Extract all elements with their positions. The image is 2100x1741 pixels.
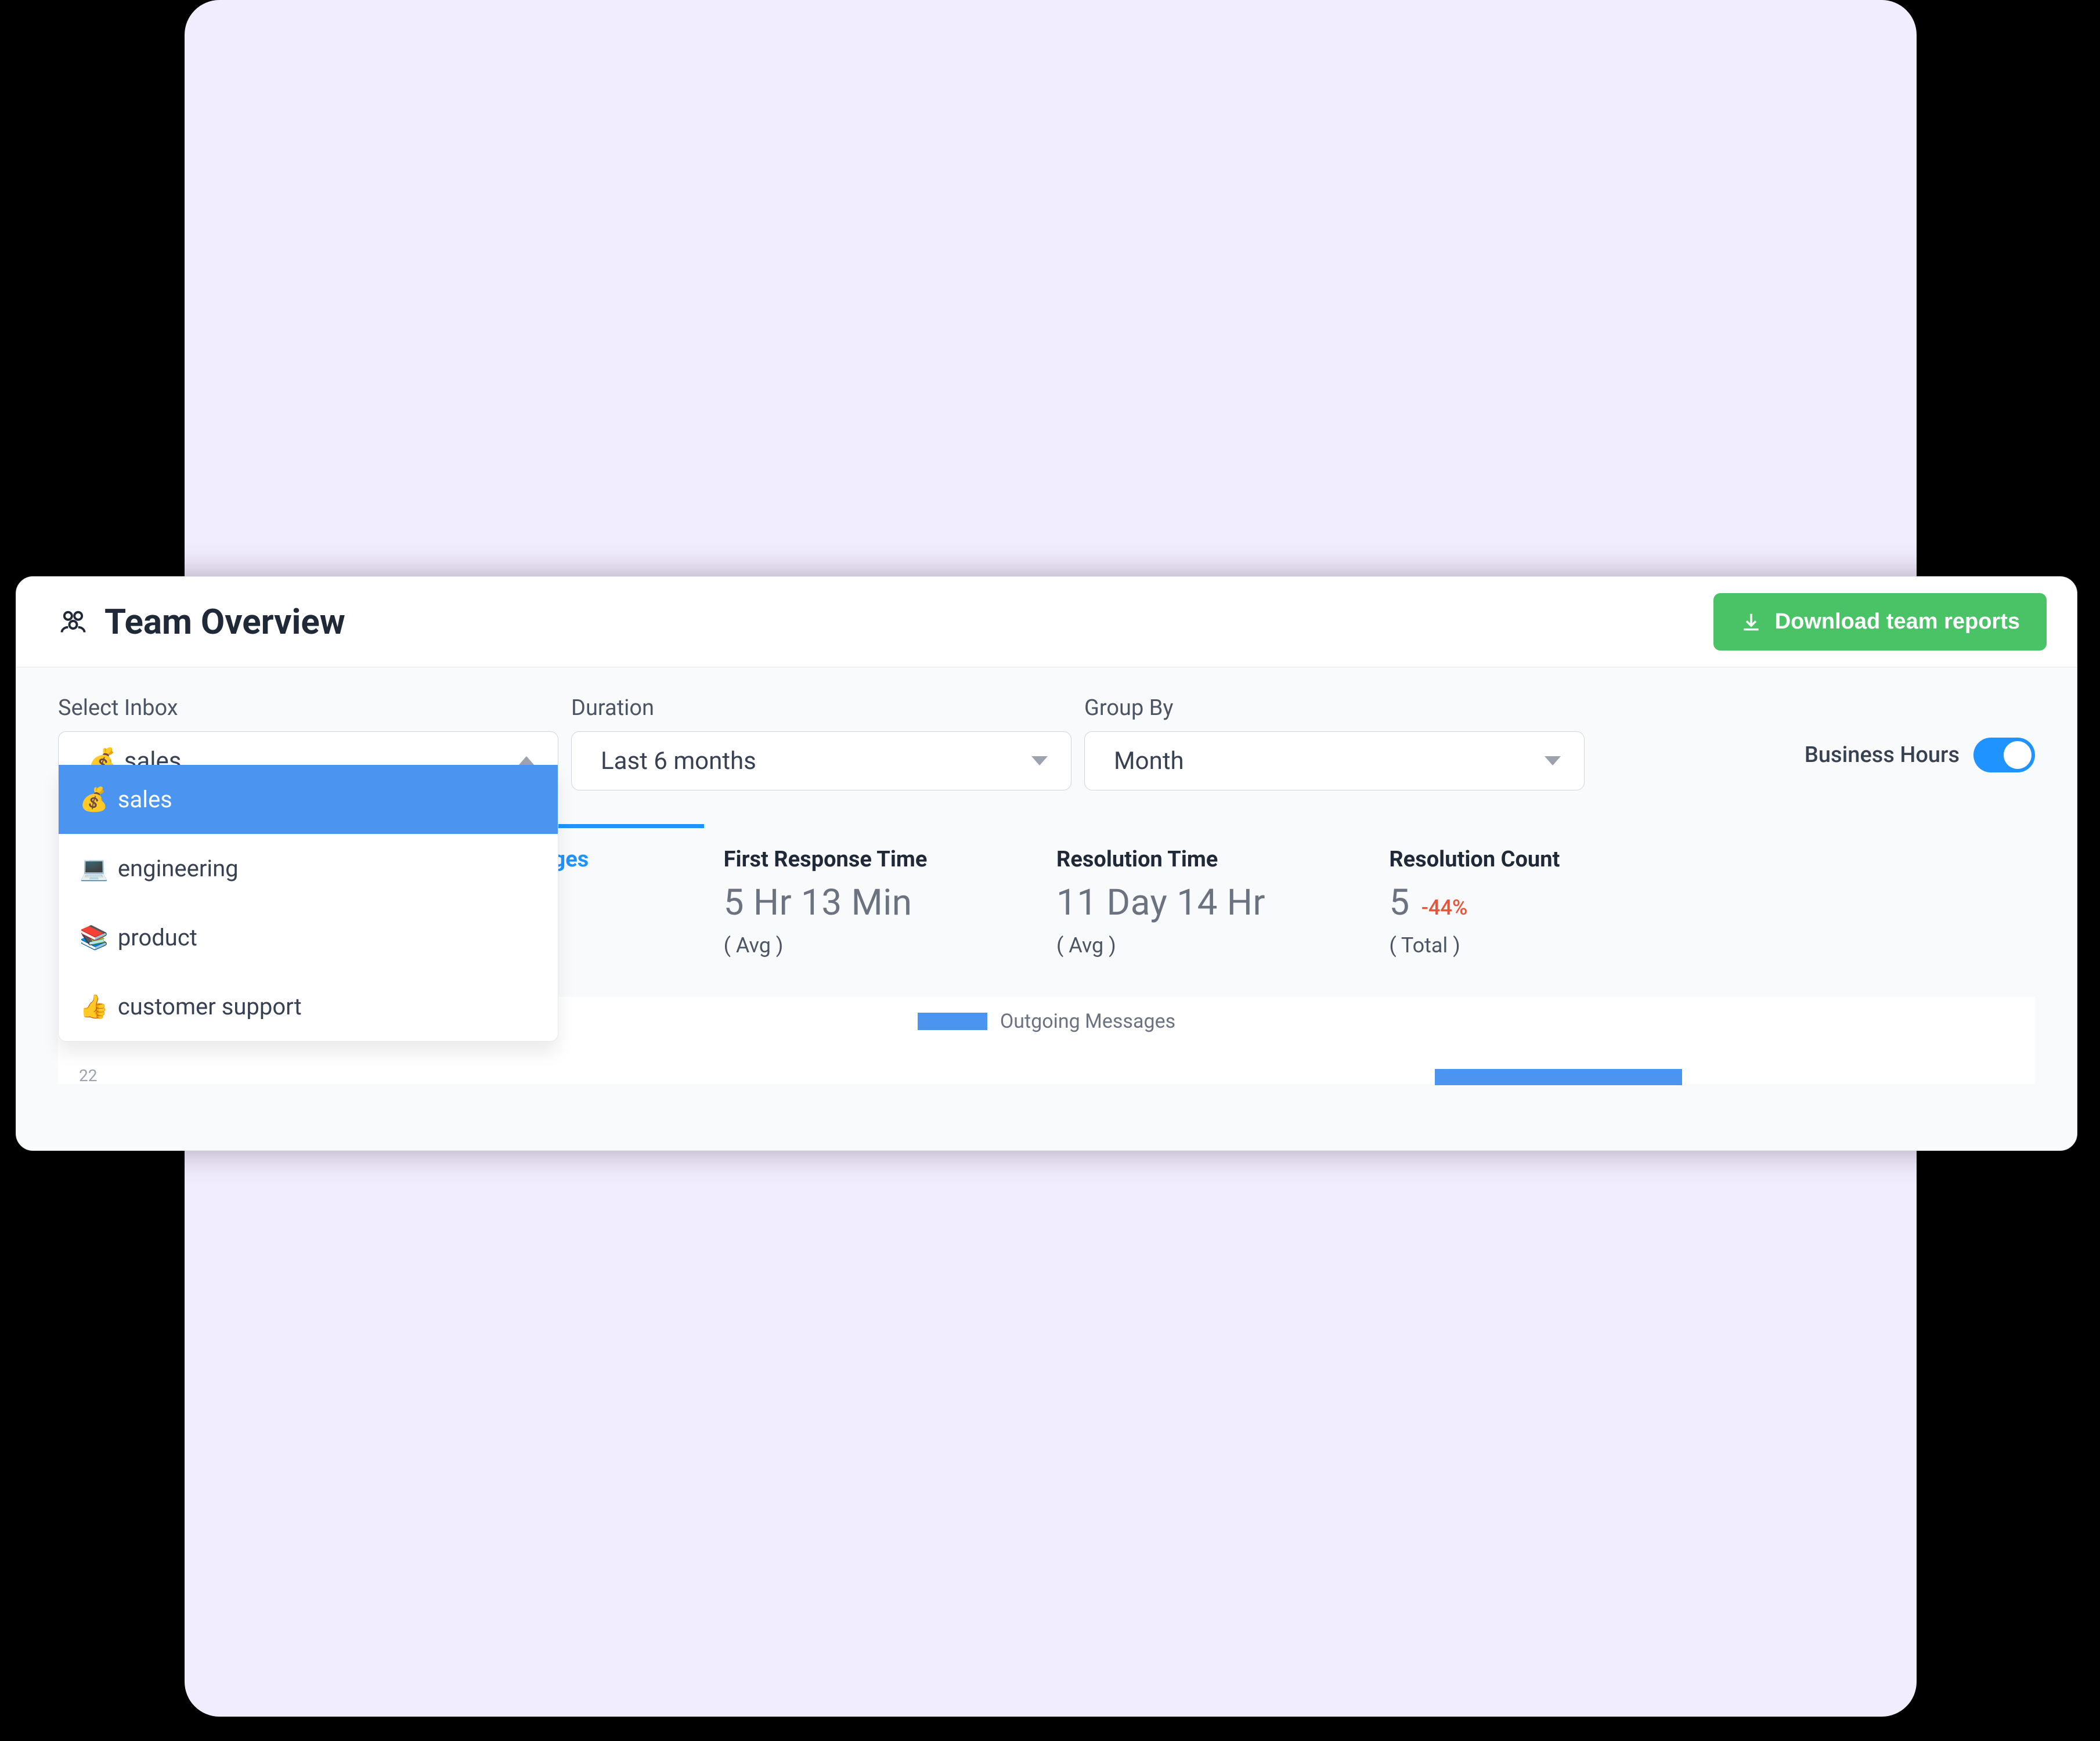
inbox-option-icon: 📚 bbox=[80, 924, 109, 951]
inbox-option-label: product bbox=[118, 924, 197, 951]
inbox-option-icon: 👍 bbox=[80, 993, 109, 1020]
chevron-down-icon bbox=[1031, 756, 1048, 765]
toggle-knob bbox=[2004, 741, 2032, 769]
duration-dropdown[interactable]: Last 6 months bbox=[571, 731, 1071, 790]
inbox-option-engineering[interactable]: 💻 engineering bbox=[59, 834, 558, 903]
chart-bar bbox=[1435, 1069, 1682, 1085]
page-title: Team Overview bbox=[104, 601, 345, 642]
inbox-option-sales[interactable]: 💰 sales bbox=[59, 765, 558, 834]
chart-y-tick: 22 bbox=[79, 1066, 97, 1085]
group-by-value: Month bbox=[1114, 747, 1184, 775]
metric-card-empty bbox=[1722, 824, 2035, 976]
inbox-option-customer-support[interactable]: 👍 customer support bbox=[59, 972, 558, 1041]
metric-sub: ( Total ) bbox=[1389, 933, 1702, 958]
panel-header: Team Overview Download team reports bbox=[16, 577, 2077, 667]
group-by-dropdown[interactable]: Month bbox=[1084, 731, 1585, 790]
metric-title: Resolution Time bbox=[1056, 847, 1369, 872]
business-hours-label: Business Hours bbox=[1805, 742, 1960, 768]
business-hours-control: Business Hours bbox=[1805, 738, 2035, 772]
team-icon bbox=[58, 606, 88, 638]
download-icon bbox=[1740, 611, 1762, 633]
filter-group-by: Group By Month bbox=[1084, 695, 1585, 790]
metric-sub: ( Avg ) bbox=[724, 933, 1037, 958]
inbox-option-label: sales bbox=[118, 786, 172, 813]
metric-sub: ( Avg ) bbox=[1056, 933, 1369, 958]
metric-title: First Response Time bbox=[724, 847, 1037, 872]
metric-card-resolution-count[interactable]: Resolution Count 5 -44% ( Total ) bbox=[1389, 824, 1702, 976]
metric-change: -44% bbox=[1421, 895, 1468, 920]
metric-value: 5 bbox=[1389, 882, 1409, 924]
legend-swatch bbox=[918, 1013, 987, 1030]
metric-card-first-response-time[interactable]: First Response Time 5 Hr 13 Min ( Avg ) bbox=[724, 824, 1037, 976]
duration-value: Last 6 months bbox=[601, 747, 756, 775]
group-by-label: Group By bbox=[1084, 695, 1585, 721]
panel-header-left: Team Overview bbox=[58, 601, 345, 642]
inbox-option-label: engineering bbox=[118, 855, 239, 882]
business-hours-toggle[interactable] bbox=[1973, 738, 2035, 772]
legend-label: Outgoing Messages bbox=[1000, 1010, 1175, 1033]
download-team-reports-button[interactable]: Download team reports bbox=[1713, 593, 2047, 651]
inbox-option-icon: 💰 bbox=[80, 786, 109, 813]
duration-label: Duration bbox=[571, 695, 1071, 721]
metric-title: Resolution Count bbox=[1389, 847, 1702, 872]
inbox-option-icon: 💻 bbox=[80, 855, 109, 882]
team-overview-panel: Team Overview Download team reports Sele… bbox=[16, 576, 2077, 1151]
select-inbox-options: 💰 sales 💻 engineering 📚 product 👍 custom… bbox=[58, 765, 558, 1042]
metric-value: 11 Day 14 Hr bbox=[1056, 882, 1265, 924]
chevron-down-icon bbox=[1545, 756, 1561, 765]
inbox-option-label: customer support bbox=[118, 993, 302, 1020]
select-inbox-label: Select Inbox bbox=[58, 695, 558, 721]
filter-duration: Duration Last 6 months bbox=[571, 695, 1071, 790]
inbox-option-product[interactable]: 📚 product bbox=[59, 903, 558, 972]
metric-value: 5 Hr 13 Min bbox=[724, 882, 912, 924]
metric-card-resolution-time[interactable]: Resolution Time 11 Day 14 Hr ( Avg ) bbox=[1056, 824, 1369, 976]
download-button-label: Download team reports bbox=[1775, 609, 2020, 634]
chevron-up-icon bbox=[518, 756, 535, 765]
